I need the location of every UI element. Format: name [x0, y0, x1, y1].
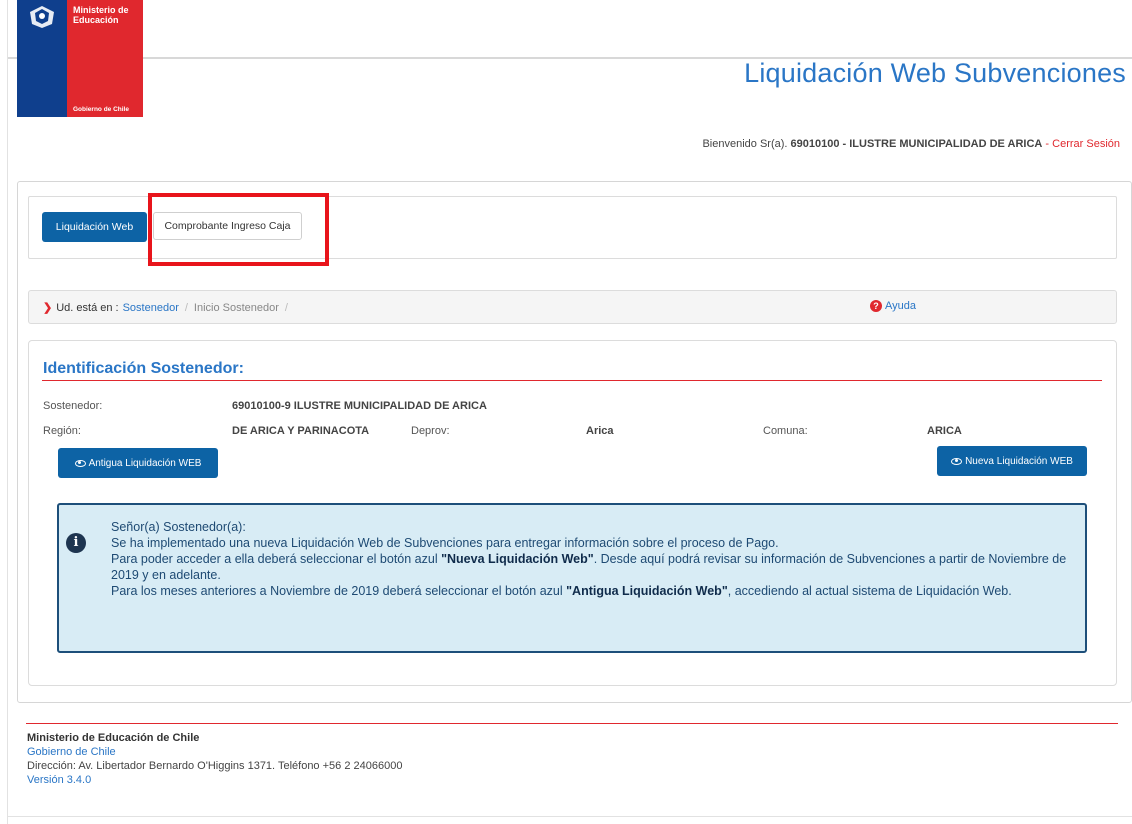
info-line-greeting: Señor(a) Sostenedor(a):: [111, 520, 246, 534]
eye-icon: [74, 459, 86, 467]
comuna-label: Comuna:: [763, 425, 808, 437]
liquidacion-web-button[interactable]: Liquidación Web: [42, 212, 147, 242]
ministerio-logo[interactable]: Ministerio de Educación Gobierno de Chil…: [17, 0, 143, 117]
footer-address: Dirección: Av. Libertador Bernardo O'Hig…: [27, 760, 403, 772]
info-nueva-highlight: "Nueva Liquidación Web": [441, 552, 594, 566]
info-message: Señor(a) Sostenedor(a): Se ha implementa…: [111, 519, 1071, 599]
bottom-border: [8, 816, 1132, 817]
welcome-bar: Bienvenido Sr(a). 69010100 - ILUSTRE MUN…: [702, 138, 1120, 150]
welcome-separator: -: [1045, 138, 1050, 150]
breadcrumb: ❯ Ud. está en : Sostenedor / Inicio Sost…: [43, 301, 294, 315]
welcome-user: 69010100 - ILUSTRE MUNICIPALIDAD DE ARIC…: [790, 138, 1043, 150]
comuna-value: ARICA: [927, 425, 962, 437]
nueva-liquidacion-button[interactable]: Nueva Liquidación WEB: [937, 446, 1087, 476]
identificacion-title: Identificación Sostenedor:: [43, 360, 244, 377]
info-line-nueva: Para poder acceder a ella deberá selecci…: [111, 552, 1067, 582]
breadcrumb-prefix: Ud. está en :: [56, 301, 119, 314]
info-line-antigua: Para los meses anteriores a Noviembre de…: [111, 584, 1012, 598]
footer-divider: [26, 723, 1118, 724]
logo-text-line1: Ministerio de: [73, 5, 129, 15]
info-line-intro: Se ha implementado una nueva Liquidación…: [111, 536, 779, 550]
left-edge-line: [7, 0, 8, 824]
region-value: DE ARICA Y PARINACOTA: [232, 425, 370, 437]
nueva-liquidacion-label: Nueva Liquidación WEB: [965, 455, 1073, 467]
footer-org: Ministerio de Educación de Chile: [27, 732, 200, 744]
chevron-right-icon: ❯: [43, 302, 53, 314]
question-icon: ?: [870, 300, 882, 312]
help-link[interactable]: ? Ayuda: [870, 300, 916, 312]
logo-text-line2: Educación: [73, 15, 119, 25]
breadcrumb-sostenedor[interactable]: Sostenedor: [123, 302, 179, 314]
info-antigua-highlight: "Antigua Liquidación Web": [566, 584, 728, 598]
sostenedor-value: 69010100-9 ILUSTRE MUNICIPALIDAD DE ARIC…: [232, 400, 487, 412]
deprov-value: Arica: [586, 425, 614, 437]
footer: Ministerio de Educación de Chile Gobiern…: [27, 731, 402, 787]
breadcrumb-separator: /: [184, 301, 188, 314]
help-label: Ayuda: [885, 300, 916, 312]
info-icon: i: [66, 533, 86, 553]
highlight-box: [148, 193, 329, 266]
logo-text-gobierno: Gobierno de Chile: [67, 55, 143, 117]
region-label: Región:: [43, 425, 81, 437]
coat-of-arms-icon: [17, 0, 67, 55]
antigua-liquidacion-button[interactable]: Antigua Liquidación WEB: [58, 448, 218, 478]
app-title: Liquidación Web Subvenciones: [744, 58, 1126, 88]
welcome-prefix: Bienvenido Sr(a).: [702, 138, 788, 150]
footer-version-link[interactable]: Versión 3.4.0: [27, 773, 402, 787]
logout-link[interactable]: Cerrar Sesión: [1052, 138, 1120, 150]
breadcrumb-bar: ❯ Ud. está en : Sostenedor / Inicio Sost…: [28, 290, 1117, 324]
sostenedor-label: Sostenedor:: [43, 400, 103, 412]
antigua-liquidacion-label: Antigua Liquidación WEB: [88, 457, 202, 469]
breadcrumb-inicio-sostenedor: Inicio Sostenedor: [193, 301, 279, 314]
breadcrumb-separator: /: [284, 301, 288, 314]
identificacion-divider: [42, 380, 1102, 381]
footer-gov-link[interactable]: Gobierno de Chile: [27, 745, 402, 759]
eye-icon: [951, 457, 963, 465]
deprov-label: Deprov:: [411, 425, 450, 437]
